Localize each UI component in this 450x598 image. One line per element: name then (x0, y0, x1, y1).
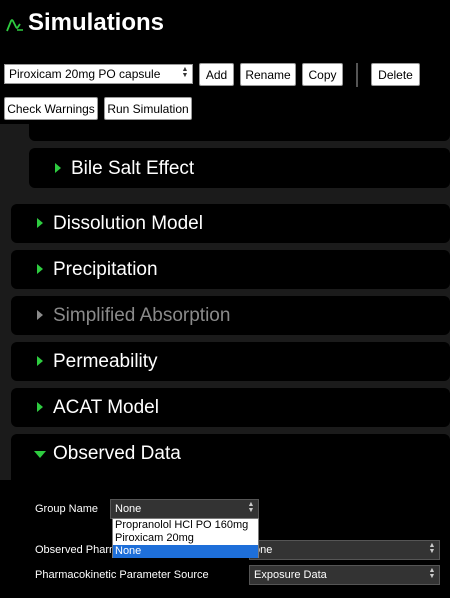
pk-source-label: Pharmacokinetic Parameter Source (35, 569, 209, 581)
group-name-label: Group Name (35, 503, 98, 515)
group-name-select[interactable]: None ▲ ▼ (110, 499, 259, 519)
expand-arrow-icon (37, 356, 43, 366)
add-button[interactable]: Add (199, 63, 234, 86)
section-label: Dissolution Model (53, 213, 203, 234)
group-name-value: None (115, 503, 142, 515)
app-header: Simulations (0, 0, 450, 52)
check-warnings-button[interactable]: Check Warnings (4, 97, 98, 120)
group-name-dropdown-list[interactable]: Propranolol HCl PO 160mg Piroxicam 20mg … (112, 518, 259, 558)
pk-source-select[interactable]: Exposure Data ▲ ▼ (249, 565, 440, 585)
section-label: Bile Salt Effect (71, 158, 195, 179)
collapse-arrow-icon (34, 451, 46, 458)
pk-source-value: Exposure Data (254, 569, 327, 581)
section-simplified-absorption[interactable]: Simplified Absorption (11, 296, 450, 335)
section-label: Simplified Absorption (53, 305, 231, 326)
copy-button[interactable]: Copy (302, 63, 343, 86)
section-label: ACAT Model (53, 397, 159, 418)
expand-arrow-icon (37, 264, 43, 274)
expand-arrow-icon (37, 218, 43, 228)
section-observed-data[interactable]: Observed Data (11, 434, 450, 480)
simulation-select-value: Piroxicam 20mg PO capsule (9, 67, 161, 81)
section-label: Permeability (53, 351, 158, 372)
section-dissolution-model[interactable]: Dissolution Model (11, 204, 450, 243)
select-spinner-icon: ▲ ▼ (428, 542, 436, 555)
expand-arrow-icon (37, 402, 43, 412)
section-permeability[interactable]: Permeability (11, 342, 450, 381)
section-bile-salt-effect[interactable]: Bile Salt Effect (29, 148, 450, 188)
curve-logo-icon (6, 19, 23, 32)
dropdown-option[interactable]: Propranolol HCl PO 160mg (113, 519, 258, 532)
simulation-select[interactable]: Piroxicam 20mg PO capsule ▲ ▼ (4, 64, 193, 84)
select-spinner-icon: ▲ ▼ (247, 501, 255, 514)
section-label: Precipitation (53, 259, 158, 280)
delete-button[interactable]: Delete (371, 63, 420, 86)
section-label: Observed Data (53, 443, 181, 464)
rename-button[interactable]: Rename (240, 63, 296, 86)
expand-arrow-icon (55, 163, 61, 173)
dropdown-option[interactable]: Piroxicam 20mg (113, 532, 258, 545)
select-spinner-icon: ▲ ▼ (428, 567, 436, 580)
observed-pharm-label: Observed Pharm (35, 544, 119, 556)
observed-pharm-select[interactable]: one ▲ ▼ (249, 540, 440, 560)
section-precipitation[interactable]: Precipitation (11, 250, 450, 289)
select-spinner-icon: ▲ ▼ (181, 66, 189, 79)
section-acat-model[interactable]: ACAT Model (11, 388, 450, 427)
section-fragment (29, 124, 450, 141)
dropdown-option-selected[interactable]: None (113, 545, 258, 558)
run-simulation-button[interactable]: Run Simulation (104, 97, 192, 120)
toolbar-divider (356, 63, 358, 87)
page-title: Simulations (28, 9, 165, 36)
expand-arrow-icon (37, 310, 43, 320)
